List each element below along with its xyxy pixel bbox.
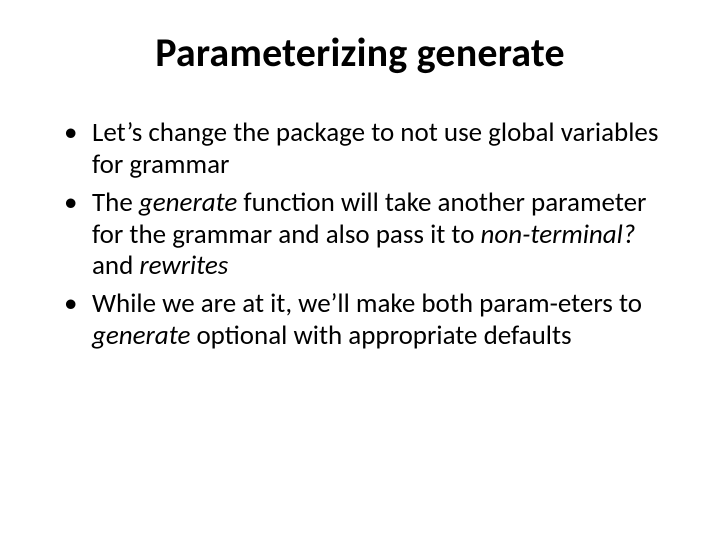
text-segment: non-terminal? <box>481 218 636 251</box>
text-segment: While we are at it, we’ll make both para… <box>92 287 642 320</box>
text-segment: generate <box>139 186 237 219</box>
text-segment: generate <box>92 319 190 352</box>
text-segment: and <box>92 249 139 282</box>
list-item: Let’s change the package to not use glob… <box>64 117 672 181</box>
list-item: While we are at it, we’ll make both para… <box>64 288 672 352</box>
slide: Parameterizing generate Let’s change the… <box>0 0 720 540</box>
text-segment: optional with appropriate defaults <box>190 319 571 352</box>
list-item: The generate function will take another … <box>64 187 672 283</box>
text-segment: Let’s change the package to not use glob… <box>92 116 658 181</box>
text-segment: The <box>92 186 139 219</box>
text-segment: rewrites <box>139 249 228 282</box>
bullet-list: Let’s change the package to not use glob… <box>64 117 672 352</box>
slide-title: Parameterizing generate <box>48 28 672 77</box>
